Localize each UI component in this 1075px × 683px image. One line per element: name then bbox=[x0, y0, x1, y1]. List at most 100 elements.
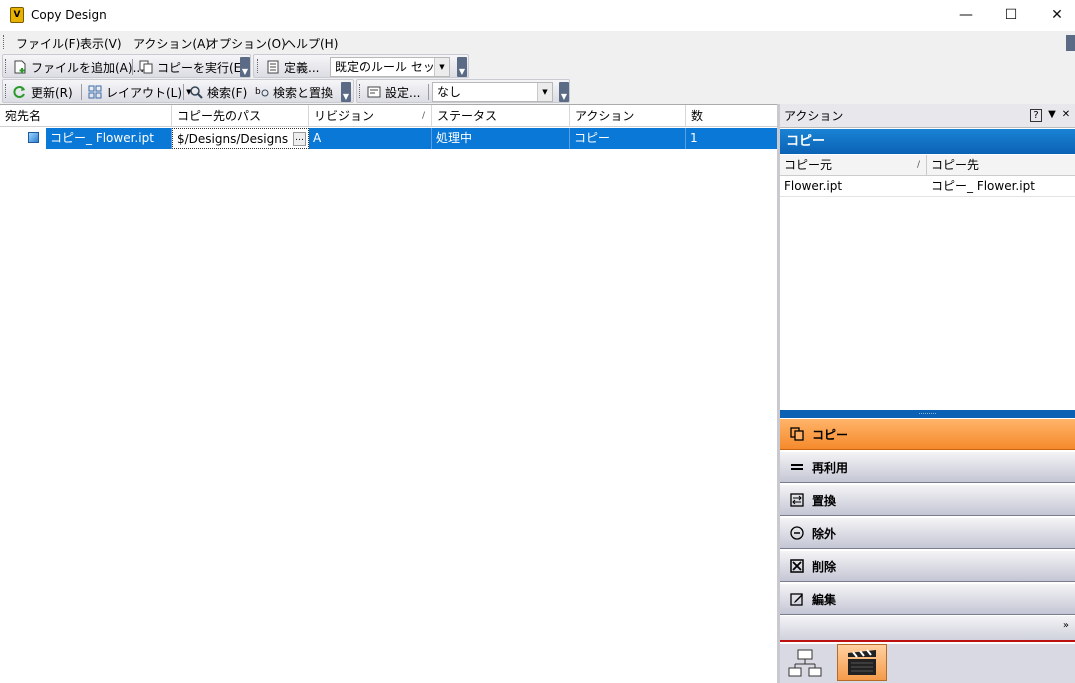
grip-icon[interactable] bbox=[359, 84, 362, 98]
grip-icon[interactable] bbox=[5, 84, 8, 98]
cell-path[interactable]: $/Designs/Designs … bbox=[172, 128, 309, 149]
close-button[interactable]: ✕ bbox=[1034, 0, 1075, 31]
chevron-down-icon[interactable]: ▼ bbox=[434, 58, 449, 76]
add-file-icon bbox=[14, 60, 26, 74]
filter-select[interactable]: なし ▼ bbox=[432, 82, 553, 102]
chevron-down-icon[interactable]: ▼ bbox=[537, 83, 552, 101]
search-icon bbox=[190, 86, 203, 99]
grip-icon[interactable] bbox=[3, 35, 6, 49]
cell-count[interactable]: 1 bbox=[686, 128, 777, 149]
grid-header: 宛先名 コピー先のパス リビジョン / ステータス アクション 数 bbox=[0, 105, 777, 127]
column-header-revision-label: リビジョン bbox=[314, 109, 375, 123]
toolbar-separator bbox=[132, 59, 133, 75]
menu-file[interactable]: ファイル(F) bbox=[16, 35, 80, 52]
panel-column-dest[interactable]: コピー先 bbox=[927, 155, 1075, 176]
cell-path-value: $/Designs/Designs bbox=[177, 132, 289, 146]
cell-revision[interactable]: A bbox=[309, 128, 432, 149]
menu-view[interactable]: 表示(V) bbox=[80, 35, 122, 52]
maximize-button[interactable]: ☐ bbox=[988, 0, 1034, 31]
action-delete-label: 削除 bbox=[812, 559, 837, 574]
refresh-icon bbox=[13, 86, 25, 98]
toolbar-view: 更新(R) レイアウト(L) ▼ 検索(F) b 検索と置換 ▼ bbox=[2, 79, 354, 103]
layout-icon bbox=[88, 85, 102, 99]
column-header-revision[interactable]: リビジョン / bbox=[309, 105, 432, 127]
chevron-double-right-icon[interactable]: » bbox=[1063, 620, 1069, 631]
panel-column-source[interactable]: コピー元 / bbox=[780, 155, 927, 176]
column-header-name[interactable]: 宛先名 bbox=[0, 105, 172, 127]
toolbar-separator bbox=[183, 84, 184, 100]
app-icon: V bbox=[10, 7, 24, 23]
column-header-count[interactable]: 数 bbox=[686, 105, 777, 127]
action-replace-label: 置換 bbox=[812, 493, 837, 508]
browse-path-button[interactable]: … bbox=[293, 132, 306, 146]
refresh-button[interactable]: 更新(R) bbox=[13, 83, 73, 101]
run-copy-button[interactable]: コピーを実行(E) bbox=[139, 58, 246, 76]
toolbar-separator bbox=[81, 84, 82, 100]
search-replace-button[interactable]: b 検索と置換 bbox=[255, 83, 333, 101]
menu-action[interactable]: アクション(A) bbox=[133, 35, 210, 52]
layout-button[interactable]: レイアウト(L) ▼ bbox=[88, 83, 191, 101]
search-label: 検索(F) bbox=[207, 85, 248, 100]
layout-label: レイアウト(L) bbox=[106, 85, 183, 100]
panel-cell-dest: コピー_ Flower.ipt bbox=[931, 179, 1035, 193]
action-copy-button[interactable]: コピー bbox=[780, 418, 1075, 450]
tab-actions[interactable] bbox=[837, 644, 887, 681]
toolbar-file: ファイルを追加(A)... コピーを実行(E) ▼ bbox=[2, 54, 251, 78]
toolbar-overflow-icon[interactable]: ▼ bbox=[341, 82, 351, 102]
toolbar-overflow-icon[interactable]: ▼ bbox=[457, 57, 467, 77]
action-replace-button[interactable]: 置換 bbox=[780, 484, 1075, 516]
toolbar-settings: 設定... なし ▼ ▼ bbox=[356, 79, 570, 103]
svg-text:b: b bbox=[255, 87, 261, 97]
ruleset-select[interactable]: 既定のルール セット ▼ bbox=[330, 57, 450, 77]
sort-indicator-icon: / bbox=[421, 111, 425, 121]
cell-status[interactable]: 処理中 bbox=[432, 128, 570, 149]
action-edit-label: 編集 bbox=[812, 592, 837, 607]
action-exclude-button[interactable]: 除外 bbox=[780, 517, 1075, 549]
panel-title-bar: アクション ? ▼ ✕ bbox=[780, 104, 1075, 128]
panel-row[interactable]: Flower.ipt コピー_ Flower.ipt bbox=[780, 176, 1075, 197]
clapperboard-icon bbox=[848, 648, 876, 675]
search-replace-icon: b bbox=[255, 87, 269, 97]
settings-label: 設定... bbox=[385, 85, 421, 100]
tree-structure-icon bbox=[788, 649, 822, 676]
menu-options[interactable]: オプション(O) bbox=[207, 35, 286, 52]
action-edit-button[interactable]: 編集 bbox=[780, 583, 1075, 615]
filter-value: なし bbox=[437, 85, 462, 99]
table-row[interactable]: コピー_ Flower.ipt $/Designs/Designs … A 処理… bbox=[46, 128, 777, 149]
toolbar-separator bbox=[428, 84, 429, 100]
panel-columns: コピー元 / コピー先 bbox=[780, 155, 1075, 176]
delete-icon bbox=[790, 559, 804, 573]
grip-icon[interactable] bbox=[5, 59, 8, 73]
toolbar-overflow-icon[interactable]: ▼ bbox=[240, 57, 250, 77]
cell-action[interactable]: コピー bbox=[570, 128, 686, 149]
menu-help[interactable]: ヘルプ(H) bbox=[284, 35, 338, 52]
panel-action-header: コピー bbox=[780, 129, 1075, 154]
define-button[interactable]: 定義... bbox=[266, 58, 319, 76]
search-replace-label: 検索と置換 bbox=[273, 85, 334, 100]
part-file-icon bbox=[28, 132, 39, 143]
add-files-button[interactable]: ファイルを追加(A)... bbox=[13, 58, 144, 76]
column-header-path[interactable]: コピー先のパス bbox=[172, 105, 309, 127]
sort-indicator-icon: / bbox=[916, 160, 920, 170]
settings-button[interactable]: 設定... bbox=[367, 83, 420, 101]
help-icon[interactable]: ? bbox=[1030, 109, 1042, 122]
action-reuse-button[interactable]: 再利用 bbox=[780, 451, 1075, 483]
edit-icon bbox=[790, 593, 803, 606]
search-button[interactable]: 検索(F) bbox=[189, 83, 247, 101]
run-copy-label: コピーを実行(E) bbox=[157, 60, 246, 75]
cell-name[interactable]: コピー_ Flower.ipt bbox=[46, 128, 172, 149]
define-label: 定義... bbox=[284, 60, 320, 75]
minimize-button[interactable]: — bbox=[943, 0, 989, 31]
action-delete-button[interactable]: 削除 bbox=[780, 550, 1075, 582]
add-files-label: ファイルを追加(A)... bbox=[31, 60, 145, 75]
close-icon[interactable]: ✕ bbox=[1060, 109, 1072, 122]
toolbar-overflow-icon[interactable]: ▼ bbox=[559, 82, 569, 102]
menu-overflow-icon[interactable] bbox=[1066, 35, 1075, 51]
pin-icon[interactable]: ▼ bbox=[1046, 109, 1058, 122]
column-header-action[interactable]: アクション bbox=[570, 105, 686, 127]
column-header-status[interactable]: ステータス bbox=[432, 105, 570, 127]
grip-icon[interactable] bbox=[257, 59, 260, 73]
tab-structure[interactable] bbox=[780, 644, 830, 681]
action-reuse-label: 再利用 bbox=[812, 460, 849, 475]
resize-handle[interactable]: ……… bbox=[780, 410, 1075, 418]
